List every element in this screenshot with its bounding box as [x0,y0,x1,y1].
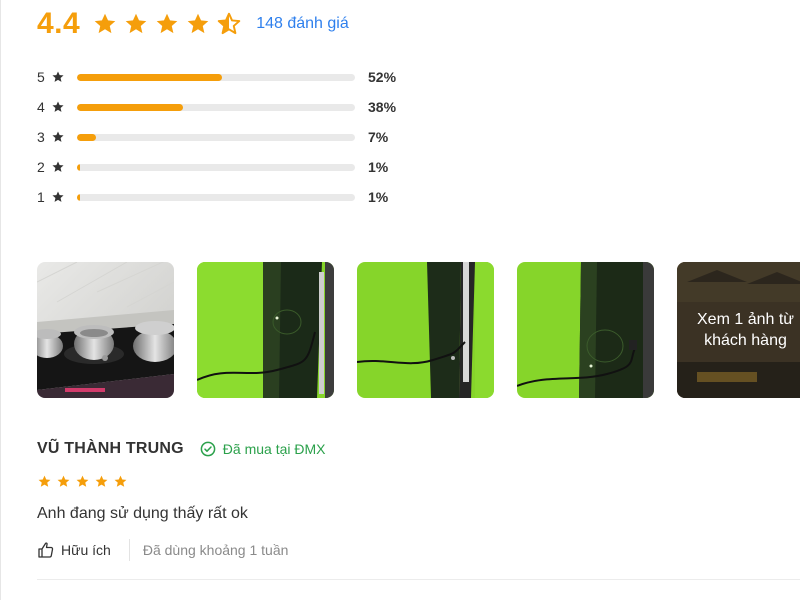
rating-bar-fill [77,133,97,141]
thumbs-up-icon [37,541,55,559]
rating-bar-fill [77,193,80,201]
review-text: Anh đang sử dụng thấy rất ok [37,505,248,522]
rating-percent: 1% [368,159,389,175]
star-icon [51,160,65,174]
rating-distribution: 5 52% 4 38% 3 7% 2 1% 1 1% [37,62,417,212]
star-icon [51,130,65,144]
star-icon [38,475,51,487]
review-rating-stars [37,474,128,489]
star-icon [95,475,108,487]
review-header: VŨ THÀNH TRUNG Đã mua tại ĐMX [37,440,326,458]
usage-duration: Đã dùng khoảng 1 tuần [142,542,289,558]
rating-percent: 38% [368,99,397,115]
star-level: 2 [37,159,45,175]
verified-label: Đã mua tại ĐMX [222,441,326,457]
rating-bar-fill [77,73,222,81]
more-photos-button[interactable]: Xem 1 ảnh từ khách hàng [677,262,800,398]
green-wall-photo [517,262,654,398]
rating-bar [77,163,355,171]
rating-summary: 4.4 148 đánh giá [37,6,349,42]
star-level: 1 [37,189,45,205]
check-circle-icon [200,441,216,457]
star-icon [125,13,147,34]
customer-photos: Xem 1 ảnh từ khách hàng [37,262,800,398]
rating-row-1[interactable]: 1 1% [37,182,417,212]
star-icon [187,13,209,34]
rating-bar-fill [77,163,80,171]
star-icon [114,475,127,487]
star-icon [51,100,65,114]
star-level: 4 [37,99,45,115]
star-icon [51,70,65,84]
cooktop-photo [37,262,174,398]
rating-bar [77,133,355,141]
helpful-button[interactable]: Hữu ích [37,541,111,559]
review-divider [37,579,800,580]
green-wall-photo [357,262,494,398]
helpful-label: Hữu ích [61,542,111,558]
star-icon [57,475,70,487]
star-icon [76,475,89,487]
customer-photo-thumbnail[interactable] [197,262,334,398]
star-icon [156,13,178,34]
rating-percent: 7% [368,129,389,145]
rating-bar-fill [77,103,183,111]
green-wall-photo [197,262,334,398]
rating-row-2[interactable]: 2 1% [37,152,417,182]
total-reviews-link[interactable]: 148 đánh giá [256,15,349,33]
average-rating: 4.4 [37,7,81,40]
more-photos-label: Xem 1 ảnh từ khách hàng [677,262,800,398]
rating-percent: 1% [368,189,389,205]
star-level: 5 [37,69,45,85]
reviewer-name: VŨ THÀNH TRUNG [37,440,184,457]
rating-bar [77,73,355,81]
average-stars [90,11,244,37]
star-icon [51,190,65,204]
rating-bar [77,193,355,201]
customer-photo-thumbnail[interactable] [37,262,174,398]
rating-percent: 52% [368,69,397,85]
customer-photo-thumbnail[interactable] [357,262,494,398]
rating-row-4[interactable]: 4 38% [37,92,417,122]
rating-bar [77,103,355,111]
review-actions: Hữu ích Đã dùng khoảng 1 tuần [37,538,288,562]
star-half-icon [217,12,241,35]
verified-purchase-badge: Đã mua tại ĐMX [200,441,326,457]
action-divider [128,539,130,561]
customer-photo-thumbnail[interactable] [517,262,654,398]
page-left-border [0,0,1,600]
star-level: 3 [37,129,45,145]
star-icon [94,13,116,34]
rating-row-5[interactable]: 5 52% [37,62,417,92]
rating-row-3[interactable]: 3 7% [37,122,417,152]
